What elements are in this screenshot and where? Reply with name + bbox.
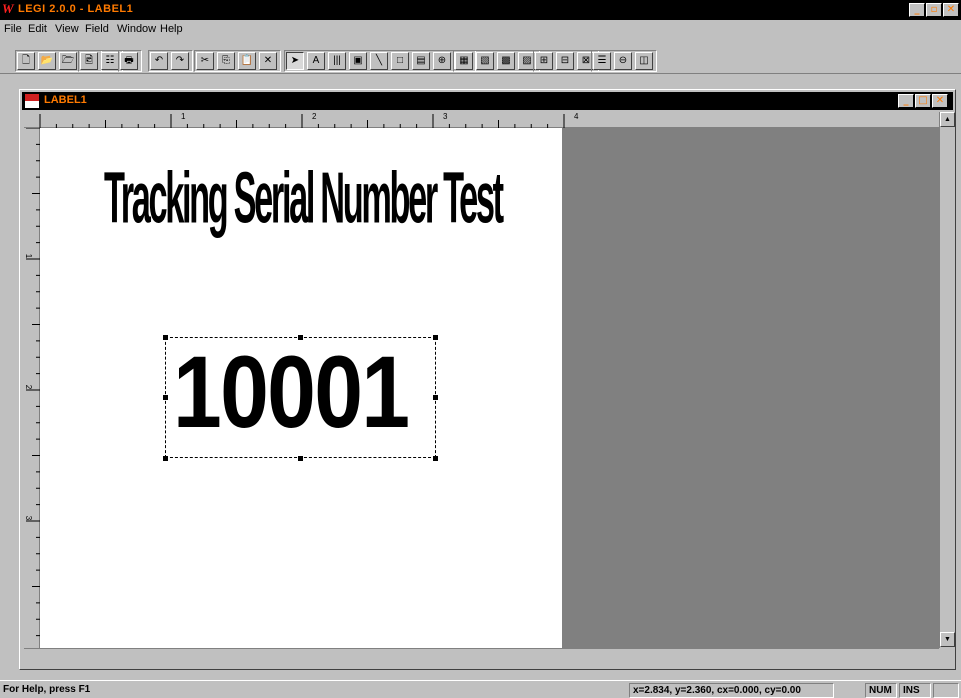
send-backward-icon[interactable]: ▧	[476, 52, 494, 70]
resize-handle[interactable]	[163, 335, 168, 340]
app-logo-icon[interactable]: W	[2, 2, 16, 16]
horizontal-ruler: 1 2 3 4	[24, 112, 948, 128]
menu-bar: File Edit View Field Window Help	[0, 20, 961, 38]
status-num-lock: NUM	[865, 683, 897, 698]
design-canvas[interactable]: Tracking Serial Number Test 10001	[40, 128, 939, 648]
line-tool-icon[interactable]: ╲	[370, 52, 388, 70]
menu-field[interactable]: Field	[85, 23, 109, 35]
ruler-h-label: 3	[443, 112, 448, 121]
doc-minimize-button[interactable]: _	[898, 94, 914, 108]
horizontal-ruler-ticks	[39, 114, 565, 128]
pointer-icon[interactable]: ➤	[286, 52, 304, 70]
resize-handle[interactable]	[298, 335, 303, 340]
document-title: LABEL1	[44, 94, 87, 106]
image-tool-icon[interactable]: ▣	[349, 52, 367, 70]
field-box-tool-icon[interactable]: ▤	[412, 52, 430, 70]
doc-close-button[interactable]: ✕	[932, 94, 948, 108]
menu-help[interactable]: Help	[160, 23, 183, 35]
resize-handle[interactable]	[163, 395, 168, 400]
cut-icon[interactable]: ✂	[196, 52, 214, 70]
scroll-up-arrow-icon[interactable]: ▲	[940, 112, 955, 127]
ruler-h-label: 4	[574, 112, 579, 121]
open-template-icon[interactable]: 🗁	[59, 52, 77, 70]
bring-forward-icon[interactable]: ▦	[455, 52, 473, 70]
label-page[interactable]: Tracking Serial Number Test 10001	[40, 128, 562, 648]
barcode-tool-icon[interactable]: |||	[328, 52, 346, 70]
scroll-down-arrow-icon[interactable]: ▼	[940, 632, 955, 647]
print-icon[interactable]: 🖶	[120, 52, 138, 70]
ruler-v-label: 2	[24, 384, 34, 390]
app-title-bar[interactable]: W LEGI 2.0.0 - LABEL1 _ ▫ ✕	[0, 0, 961, 20]
resize-handle[interactable]	[433, 335, 438, 340]
app-title: LEGI 2.0.0 - LABEL1	[18, 3, 134, 15]
status-help-text: For Help, press F1	[3, 684, 91, 695]
horizontal-scrollbar[interactable]	[24, 648, 939, 664]
ruler-h-label: 2	[312, 112, 317, 121]
text-tool-icon[interactable]: A	[307, 52, 325, 70]
serial-number-field[interactable]: 10001	[173, 332, 410, 452]
bring-to-front-icon[interactable]: ▩	[497, 52, 515, 70]
redo-icon[interactable]: ↷	[171, 52, 189, 70]
zoom-in-icon[interactable]: ⊕	[433, 52, 451, 70]
label-title-text[interactable]: Tracking Serial Number Test	[104, 162, 504, 345]
rectangle-tool-icon[interactable]: □	[391, 52, 409, 70]
print-preview-icon[interactable]: 🖻	[80, 52, 98, 70]
paste-icon[interactable]: 📋	[238, 52, 256, 70]
vertical-ruler: 1 2 3	[24, 128, 40, 648]
menu-window[interactable]: Window	[117, 23, 156, 35]
status-coordinates: x=2.834, y=2.360, cx=0.000, cy=0.00	[629, 683, 834, 698]
copy-icon[interactable]: ⎘	[217, 52, 235, 70]
vertical-scrollbar[interactable]: ▲ ▼	[939, 112, 955, 648]
menu-file[interactable]: File	[4, 23, 22, 35]
undo-icon[interactable]: ↶	[150, 52, 168, 70]
doc-maximize-button[interactable]: □	[915, 94, 931, 108]
resize-handle[interactable]	[298, 456, 303, 461]
status-extra-panel	[933, 683, 959, 698]
resize-handle[interactable]	[433, 395, 438, 400]
status-bar: For Help, press F1 x=2.834, y=2.360, cx=…	[0, 680, 961, 698]
resize-handle[interactable]	[433, 456, 438, 461]
properties-icon[interactable]: ☷	[101, 52, 119, 70]
align-top-icon[interactable]: ☰	[593, 52, 611, 70]
align-center-icon[interactable]: ⊟	[556, 52, 574, 70]
new-icon[interactable]: 🗋	[17, 52, 35, 70]
minimize-button[interactable]: _	[909, 3, 925, 17]
ruler-h-label: 1	[181, 112, 186, 121]
ruler-v-label: 1	[24, 253, 34, 259]
menu-edit[interactable]: Edit	[28, 23, 47, 35]
delete-icon[interactable]: ✕	[259, 52, 277, 70]
document-title-bar[interactable]: LABEL1 _ □ ✕	[22, 92, 953, 110]
menu-view[interactable]: View	[55, 23, 79, 35]
resize-handle[interactable]	[163, 456, 168, 461]
open-icon[interactable]: 📂	[38, 52, 56, 70]
status-insert-mode: INS	[899, 683, 931, 698]
toolbar: 🗋📂🗁💾🖻☷🖶↶↷✂⎘📋✕➤A|||▣╲□▤⊕⊖▦▧▩▨⊞⊟⊠☰⊖◫	[0, 38, 961, 74]
align-left-icon[interactable]: ⊞	[535, 52, 553, 70]
restore-button[interactable]: ▫	[926, 3, 942, 17]
document-icon[interactable]	[25, 94, 39, 108]
close-button[interactable]: ✕	[943, 3, 959, 17]
align-bottom-icon[interactable]: ◫	[635, 52, 653, 70]
align-middle-icon[interactable]: ⊖	[614, 52, 632, 70]
ruler-v-label: 3	[24, 515, 34, 521]
